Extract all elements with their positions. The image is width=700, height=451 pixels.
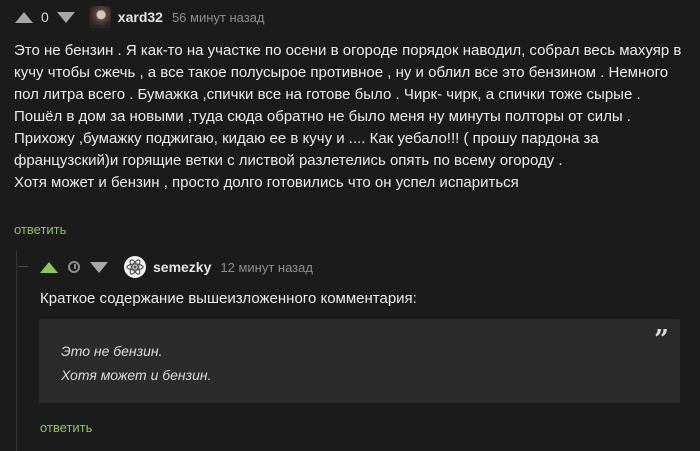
reply-button[interactable]: ответить (40, 420, 92, 435)
comment-header: 0 xard32 56 минут назад (15, 5, 265, 29)
comment-line: Это не бензин . Я как-то на участке по о… (14, 42, 682, 59)
atom-avatar-icon[interactable] (124, 256, 146, 278)
thread-line[interactable] (16, 250, 17, 451)
comment-line: пол литра всего . Бумажка ,спички все на… (14, 86, 641, 103)
comment-line: французский)и горящие ветки с листвой ра… (14, 152, 563, 169)
comment-quote: ” Это не бензин. Хотя может и бензин. (39, 319, 680, 403)
quote-icon: ” (654, 325, 669, 355)
downvote-icon[interactable] (90, 261, 108, 273)
user-avatar-icon[interactable] (88, 6, 111, 28)
downvote-icon[interactable] (56, 11, 75, 23)
comment-time[interactable]: 56 минут назад (172, 10, 265, 25)
comment-line: Прихожу ,бумажку поджигаю, кидаю ее в ку… (14, 130, 599, 147)
comment-author[interactable]: semezky (153, 259, 211, 275)
reply-button[interactable]: ответить (14, 222, 66, 237)
comment-score: 0 (41, 9, 49, 25)
comment-intro: Краткое содержание вышеизложенного комме… (40, 290, 417, 307)
comment-score-icon (68, 261, 80, 273)
comment-author[interactable]: xard32 (118, 9, 163, 25)
comment-line: кучу чтобы сжечь , а все такое полусырое… (14, 64, 669, 81)
thread-dash (18, 266, 28, 267)
comment-line: Пошёл в дом за новыми ,туда сюда обратно… (14, 108, 631, 125)
comment-header: semezky 12 минут назад (40, 255, 313, 279)
upvote-icon[interactable] (40, 261, 58, 273)
comment-line: Хотя может и бензин , просто долго готов… (14, 174, 519, 191)
comment-body: Это не бензин . Я как-то на участке по о… (14, 40, 694, 194)
upvote-icon[interactable] (15, 11, 33, 23)
quote-line: Хотя может и бензин. (61, 367, 212, 383)
quote-line: Это не бензин. (61, 343, 163, 359)
comment-time[interactable]: 12 минут назад (220, 260, 313, 275)
